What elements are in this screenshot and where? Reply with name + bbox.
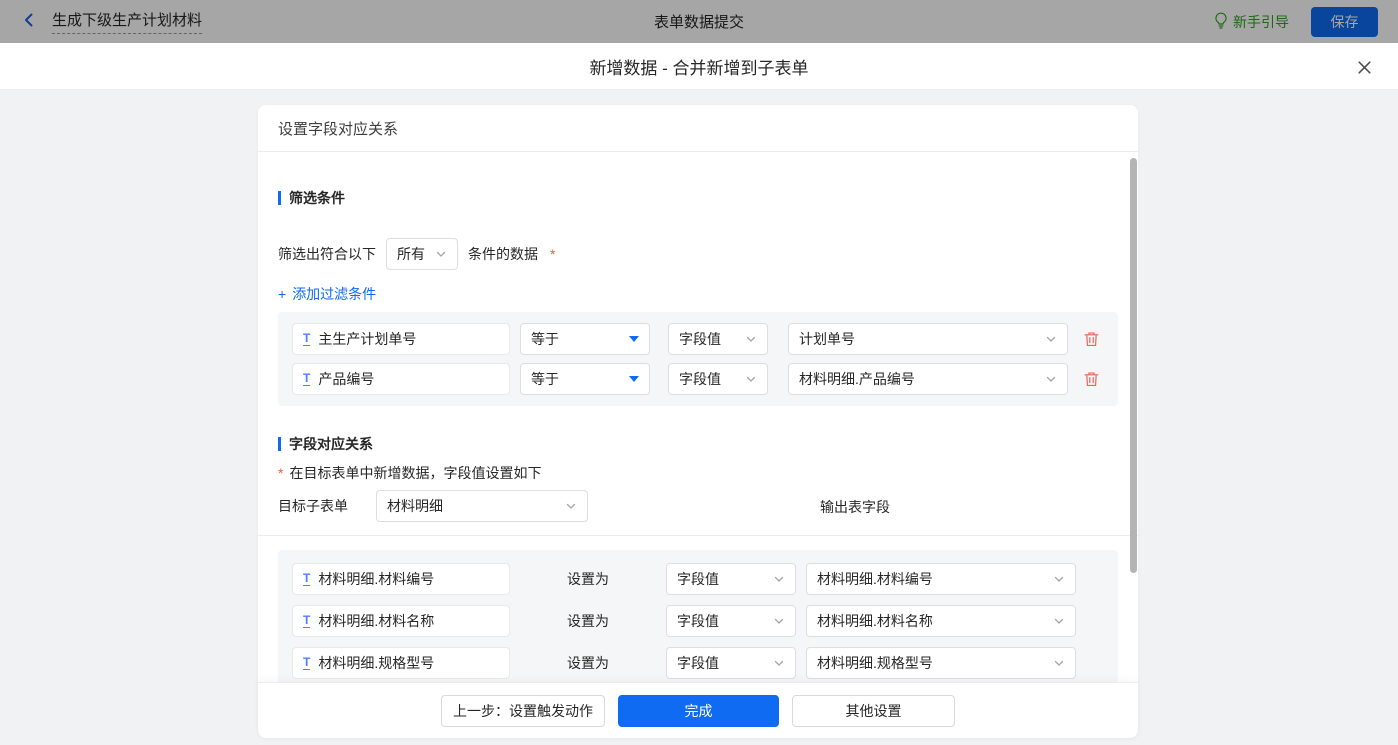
required-asterisk: * [278, 465, 283, 481]
chevron-down-icon [1053, 573, 1065, 585]
delete-row-button[interactable] [1084, 331, 1099, 347]
mapping-row: T 材料明细.规格型号 设置为 字段值 材料明细.规格型号 [292, 647, 1104, 679]
caret-down-icon [629, 336, 639, 342]
set-to-label: 设置为 [510, 569, 666, 589]
chevron-down-icon [565, 500, 577, 512]
filter-field-chip[interactable]: T 产品编号 [292, 363, 510, 395]
modal-body: 设置字段对应关系 筛选条件 筛选出符合以下 所有 条件的数据 * + 添加过滤条… [0, 90, 1398, 745]
operator-select[interactable]: 等于 [520, 363, 650, 395]
mapping-field-chip[interactable]: T 材料明细.规格型号 [292, 647, 510, 679]
mapping-row: T 材料明细.材料编号 设置为 字段值 材料明细.材料编号 [292, 563, 1104, 595]
target-subform-select[interactable]: 材料明细 [376, 490, 588, 522]
filter-match-line: 筛选出符合以下 所有 条件的数据 * [278, 238, 1118, 270]
card-header: 设置字段对应关系 [258, 105, 1138, 152]
filter-rows-container: T 主生产计划单号 等于 字段值 计划单号 [278, 312, 1118, 406]
close-button[interactable] [1354, 57, 1374, 77]
topbar-dim-overlay [0, 0, 1398, 43]
chevron-down-icon [773, 615, 785, 627]
mapping-section-title: 字段对应关系 [278, 434, 1118, 454]
mapping-row: T 材料明细.材料名称 设置为 字段值 材料明细.材料名称 [292, 605, 1104, 637]
output-field-select[interactable]: 材料明细.材料编号 [806, 563, 1076, 595]
chevron-down-icon [745, 333, 757, 345]
value-type-select[interactable]: 字段值 [668, 323, 768, 355]
set-to-label: 设置为 [510, 611, 666, 631]
modal-header: 新增数据 - 合并新增到子表单 [0, 43, 1398, 90]
filter-prefix-label: 筛选出符合以下 [278, 244, 376, 264]
modal-title: 新增数据 - 合并新增到子表单 [589, 54, 808, 79]
chevron-down-icon [1045, 373, 1057, 385]
output-field-select[interactable]: 材料明细.规格型号 [806, 647, 1076, 679]
trash-icon [1084, 371, 1099, 387]
set-to-label: 设置为 [510, 653, 666, 673]
value-type-select[interactable]: 字段值 [666, 563, 796, 595]
close-icon [1356, 59, 1373, 76]
chevron-down-icon [1053, 657, 1065, 669]
scrollbar-thumb[interactable] [1130, 158, 1137, 573]
mapping-field-chip[interactable]: T 材料明细.材料名称 [292, 605, 510, 637]
output-fields-label: 输出表字段 [820, 497, 890, 517]
target-subform-row: 目标子表单 材料明细 输出表字段 [278, 490, 1118, 522]
required-asterisk: * [550, 246, 555, 262]
value-type-select[interactable]: 字段值 [668, 363, 768, 395]
output-field-select[interactable]: 材料明细.材料名称 [806, 605, 1076, 637]
match-count-select[interactable]: 所有 [386, 238, 458, 270]
delete-row-button[interactable] [1084, 371, 1099, 387]
text-field-icon: T [303, 656, 310, 670]
filter-field-chip[interactable]: T 主生产计划单号 [292, 323, 510, 355]
target-subform-label: 目标子表单 [278, 496, 348, 516]
chevron-down-icon [1045, 333, 1057, 345]
prev-step-button[interactable]: 上一步：设置触发动作 [441, 695, 605, 727]
filter-suffix-label: 条件的数据 [468, 244, 538, 264]
text-field-icon: T [303, 332, 310, 346]
value-type-select[interactable]: 字段值 [666, 647, 796, 679]
mapping-rows-container: T 材料明细.材料编号 设置为 字段值 材料明细.材料编号 [278, 550, 1118, 682]
filter-row: T 产品编号 等于 字段值 材料明细.产品编号 [292, 363, 1104, 395]
caret-down-icon [629, 376, 639, 382]
operator-select[interactable]: 等于 [520, 323, 650, 355]
chevron-down-icon [773, 573, 785, 585]
filter-row: T 主生产计划单号 等于 字段值 计划单号 [292, 323, 1104, 355]
mapping-field-chip[interactable]: T 材料明细.材料编号 [292, 563, 510, 595]
value-select[interactable]: 材料明细.产品编号 [788, 363, 1068, 395]
other-settings-button[interactable]: 其他设置 [792, 695, 955, 727]
text-field-icon: T [303, 572, 310, 586]
trash-icon [1084, 331, 1099, 347]
add-filter-link[interactable]: + 添加过滤条件 [278, 284, 376, 304]
chevron-down-icon [435, 248, 447, 260]
card-footer: 上一步：设置触发动作 完成 其他设置 [258, 682, 1138, 738]
chevron-down-icon [773, 657, 785, 669]
content-card: 设置字段对应关系 筛选条件 筛选出符合以下 所有 条件的数据 * + 添加过滤条… [258, 105, 1138, 738]
value-select[interactable]: 计划单号 [788, 323, 1068, 355]
mapping-description: * 在目标表单中新增数据，字段值设置如下 [278, 463, 1118, 483]
filter-section-title: 筛选条件 [278, 188, 1118, 208]
text-field-icon: T [303, 614, 310, 628]
done-button[interactable]: 完成 [618, 695, 779, 727]
topbar: 生成下级生产计划材料 表单数据提交 新手引导 保存 [0, 0, 1398, 43]
plus-icon: + [278, 286, 286, 302]
chevron-down-icon [745, 373, 757, 385]
chevron-down-icon [1053, 615, 1065, 627]
card-scroll-area: 筛选条件 筛选出符合以下 所有 条件的数据 * + 添加过滤条件 T [258, 152, 1138, 682]
value-type-select[interactable]: 字段值 [666, 605, 796, 637]
text-field-icon: T [303, 372, 310, 386]
